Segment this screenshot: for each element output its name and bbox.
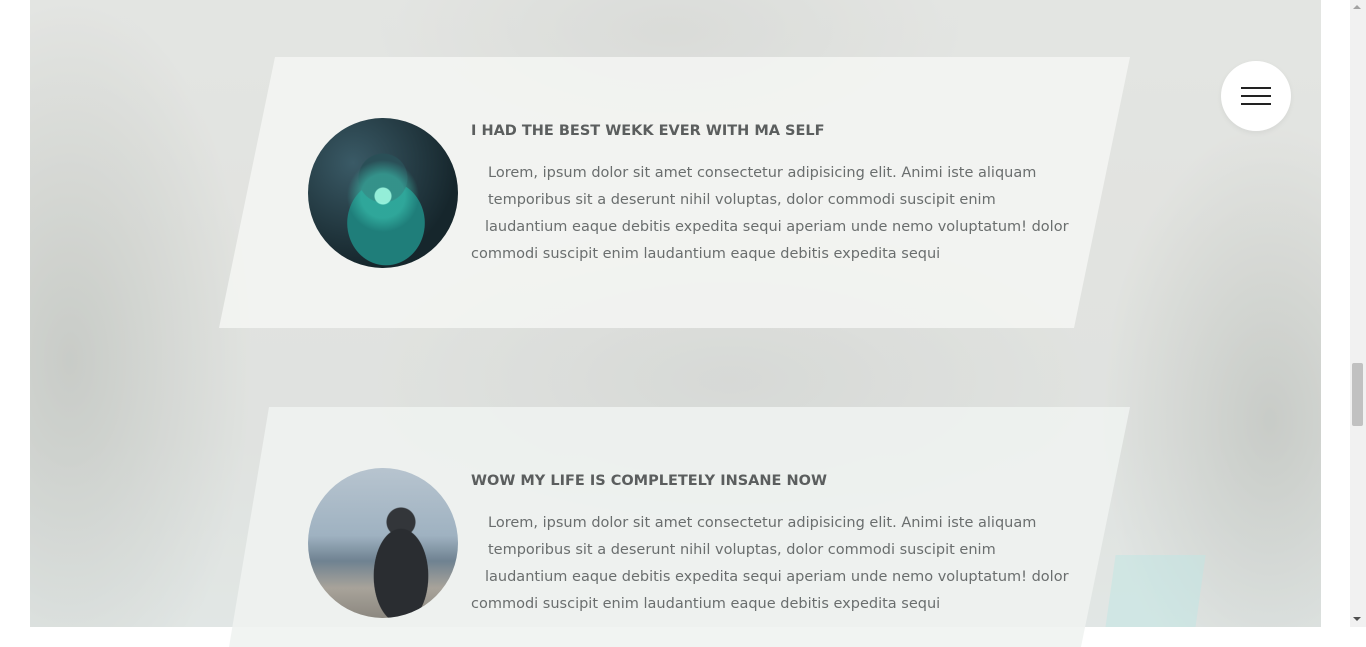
scroll-up-arrow-icon[interactable] (1353, 5, 1361, 9)
menu-button[interactable] (1221, 61, 1291, 131)
scroll-down-arrow-icon[interactable] (1353, 617, 1361, 621)
post-title: I HAD THE BEST WEKK EVER WITH MA SELF (471, 123, 825, 139)
post-body-line: commodi suscipit enim laudantium eaque d… (471, 246, 941, 262)
post-avatar-image (308, 118, 458, 268)
post-body-line: Lorem, ipsum dolor sit amet consectetur … (488, 515, 1037, 531)
post-title: WOW MY LIFE IS COMPLETELY INSANE NOW (471, 473, 827, 489)
post-body-line: laudantium eaque debitis expedita sequi … (485, 569, 1069, 585)
post-body-line: temporibus sit a deserunt nihil voluptas… (488, 542, 996, 558)
vertical-scrollbar[interactable] (1350, 0, 1366, 627)
post-body-line: Lorem, ipsum dolor sit amet consectetur … (488, 165, 1037, 181)
post-body-line: laudantium eaque debitis expedita sequi … (485, 219, 1069, 235)
post-avatar-image (308, 468, 458, 618)
post-body-line: commodi suscipit enim laudantium eaque d… (471, 596, 941, 612)
post-body-line: temporibus sit a deserunt nihil voluptas… (488, 192, 996, 208)
scrollbar-thumb[interactable] (1352, 363, 1363, 426)
